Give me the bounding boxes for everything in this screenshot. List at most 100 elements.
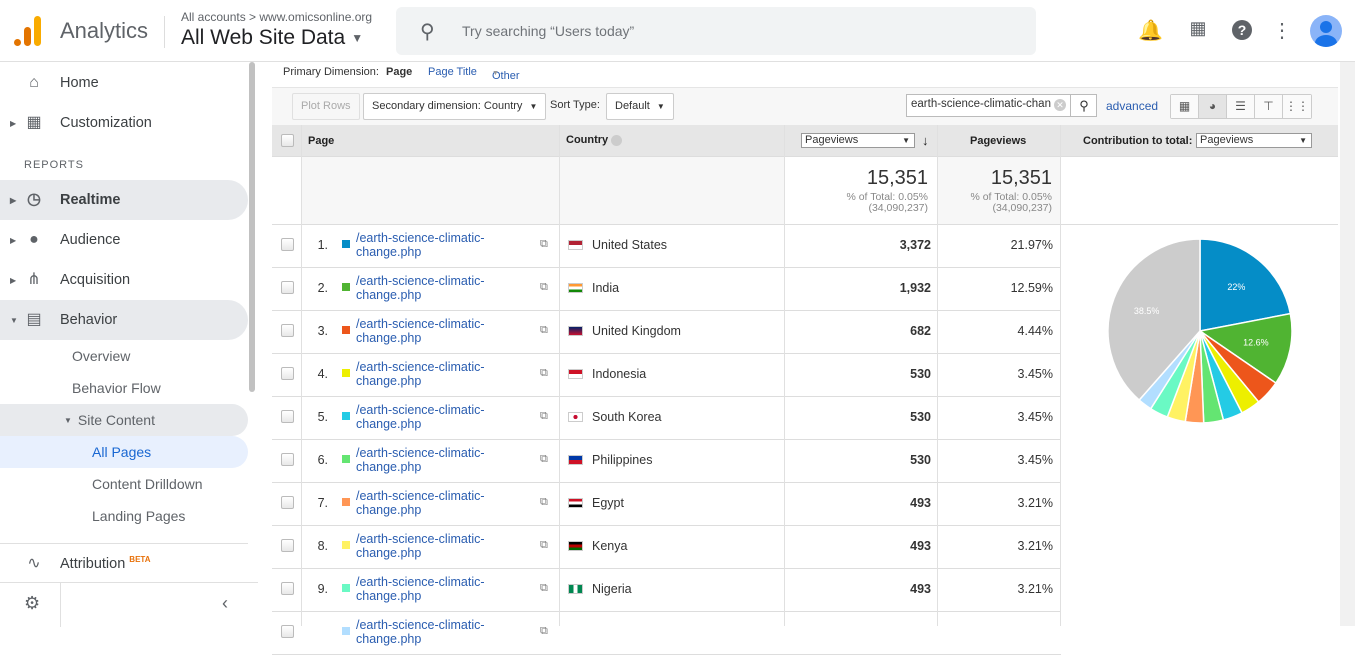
filter-input[interactable] — [911, 98, 1051, 110]
col-divider — [560, 125, 785, 626]
search-icon[interactable]: ⚲ — [1070, 95, 1097, 116]
expand-icon: ▶ — [10, 118, 17, 128]
label: Audience — [60, 232, 121, 248]
external-link-icon[interactable]: ⧉ — [540, 625, 548, 638]
breadcrumb[interactable]: All accounts > www.omicsonline.org — [181, 10, 372, 24]
caret-down-icon: ▼ — [1299, 136, 1307, 145]
avatar[interactable] — [1310, 15, 1342, 47]
sidebar: ⌂ Home ▶ ▦ Customization REPORTS ▶ ◷ Realtime… — [0, 62, 258, 626]
pie-label: 38.5% — [1134, 306, 1160, 316]
primary-dimension-bar: Primary Dimension: Page Page Title Other… — [272, 62, 1338, 88]
label: Behavior — [60, 312, 118, 328]
comparison-view-icon[interactable]: ⊤ — [1255, 95, 1283, 118]
label: Site Content — [77, 412, 155, 428]
person-icon: ● — [29, 231, 39, 248]
expand-icon: ▶ — [10, 235, 17, 245]
col-divider — [938, 125, 1061, 626]
acquisition-icon: ⋔ — [27, 271, 41, 288]
clear-icon[interactable]: ✕ — [1054, 99, 1066, 111]
expand-icon: ▶ — [10, 275, 17, 285]
behavior-icon: ▤ — [26, 311, 42, 328]
sidebar-item-content-drilldown[interactable]: Content Drilldown — [0, 468, 248, 500]
sort-label: Sort Type: — [550, 99, 600, 111]
divider — [60, 583, 61, 627]
performance-view-icon[interactable]: ☰ — [1227, 95, 1255, 118]
contribution-select[interactable]: Pageviews ▼ — [1196, 133, 1312, 148]
table-toolbar: Plot Rows Secondary dimension: Country ▼… — [272, 88, 1338, 125]
analytics-logo[interactable] — [14, 16, 42, 46]
collapse-icon: ▼ — [10, 315, 18, 325]
sidebar-item-acquisition[interactable]: ▶ ⋔ Acquisition — [0, 260, 248, 300]
view-name: All Web Site Data — [181, 26, 346, 49]
col-divider — [302, 125, 560, 626]
sidebar-item-behavior[interactable]: ▼ ▤ Behavior — [0, 300, 248, 340]
sidebar-item-attribution[interactable]: ∿ Attribution BETA — [0, 543, 248, 583]
attribution-icon: ∿ — [27, 554, 41, 572]
label: Attribution — [60, 555, 126, 572]
sidebar-item-site-content[interactable]: ▼ Site Content — [0, 404, 248, 436]
sidebar-item-behavior-flow[interactable]: Behavior Flow — [0, 372, 248, 404]
apps-icon[interactable]: ▦ — [1186, 18, 1210, 39]
search-bar[interactable]: ⚲ — [396, 7, 1036, 55]
label: Secondary dimension: Country — [372, 100, 523, 112]
collapse-sidebar-icon[interactable]: ‹ — [222, 593, 228, 614]
sidebar-item-landing-pages[interactable]: Landing Pages — [0, 500, 248, 532]
caret-down-icon: ▼ — [529, 102, 538, 111]
table-view-icon[interactable]: ▦ — [1171, 95, 1199, 118]
contribution-pie-chart: 22% 12.6% 38.5% — [1107, 238, 1293, 424]
sidebar-footer: ⚙ ‹ — [0, 582, 258, 627]
sidebar-item-all-pages[interactable]: All Pages — [0, 436, 248, 468]
expand-icon: ▶ — [10, 195, 17, 205]
divider — [164, 16, 165, 48]
pie-label: 12.6% — [1243, 338, 1269, 348]
sidebar-scrollbar[interactable] — [249, 62, 255, 392]
home-icon: ⌂ — [29, 74, 39, 91]
customization-icon: ▦ — [26, 114, 42, 131]
sidebar-item-home[interactable]: ⌂ Home — [0, 63, 248, 103]
row-checkbox[interactable] — [281, 625, 294, 638]
sidebar-item-overview[interactable]: Overview — [0, 340, 248, 372]
label: Primary Dimension: — [283, 66, 379, 78]
caret-down-icon: ▼ — [351, 31, 364, 46]
caret-down-icon: ▼ — [492, 70, 499, 77]
label: Acquisition — [60, 272, 131, 288]
caret-down-icon: ▼ — [656, 102, 665, 111]
plot-rows-button[interactable]: Plot Rows — [292, 93, 360, 120]
help-icon[interactable]: ? — [1230, 18, 1254, 41]
app-name: Analytics — [60, 18, 149, 43]
sidebar-item-audience[interactable]: ▶ ● Audience — [0, 220, 248, 260]
label: Home — [60, 75, 99, 91]
pivot-view-icon[interactable]: ⋮⋮ — [1283, 95, 1311, 118]
col-divider — [272, 125, 302, 626]
pie-label: 22% — [1227, 282, 1245, 292]
dimension-page[interactable]: Page — [386, 66, 412, 78]
label: Realtime — [60, 192, 121, 208]
contribution-label: Contribution to total: — [1083, 135, 1193, 147]
label: Customization — [60, 115, 152, 131]
sidebar-item-realtime[interactable]: ▶ ◷ Realtime — [0, 180, 248, 220]
label: Pageviews — [1200, 134, 1254, 146]
secondary-dimension-select[interactable]: Secondary dimension: Country ▼ — [363, 93, 547, 120]
clock-icon: ◷ — [27, 191, 41, 208]
section-label: REPORTS — [24, 159, 84, 171]
sidebar-item-customization[interactable]: ▶ ▦ Customization — [0, 103, 248, 143]
more-vert-icon[interactable]: ⋮ — [1270, 18, 1294, 43]
beta-badge: BETA — [129, 555, 151, 565]
label: Default — [615, 100, 650, 112]
pie-view-icon[interactable]: ◕ — [1199, 95, 1227, 118]
view-toggle: ▦ ◕ ☰ ⊤ ⋮⋮ — [1170, 94, 1312, 119]
col-divider — [785, 125, 938, 626]
view-selector[interactable]: All Web Site Data ▼ — [181, 26, 363, 50]
search-input[interactable] — [462, 19, 962, 43]
sort-type-select[interactable]: Default ▼ — [606, 93, 674, 120]
dimension-page-title[interactable]: Page Title — [428, 66, 477, 78]
advanced-filter-link[interactable]: advanced — [1106, 99, 1158, 113]
bell-icon[interactable]: 🔔 — [1138, 18, 1163, 43]
gear-icon[interactable]: ⚙ — [24, 593, 40, 614]
page-scrollbar[interactable] — [1340, 62, 1355, 626]
series-swatch — [342, 627, 350, 635]
search-icon: ⚲ — [420, 21, 435, 43]
filter-box: ✕ ⚲ — [906, 94, 1097, 117]
collapse-icon: ▼ — [64, 415, 72, 425]
top-header: Analytics All accounts > www.omicsonline… — [0, 0, 1355, 62]
